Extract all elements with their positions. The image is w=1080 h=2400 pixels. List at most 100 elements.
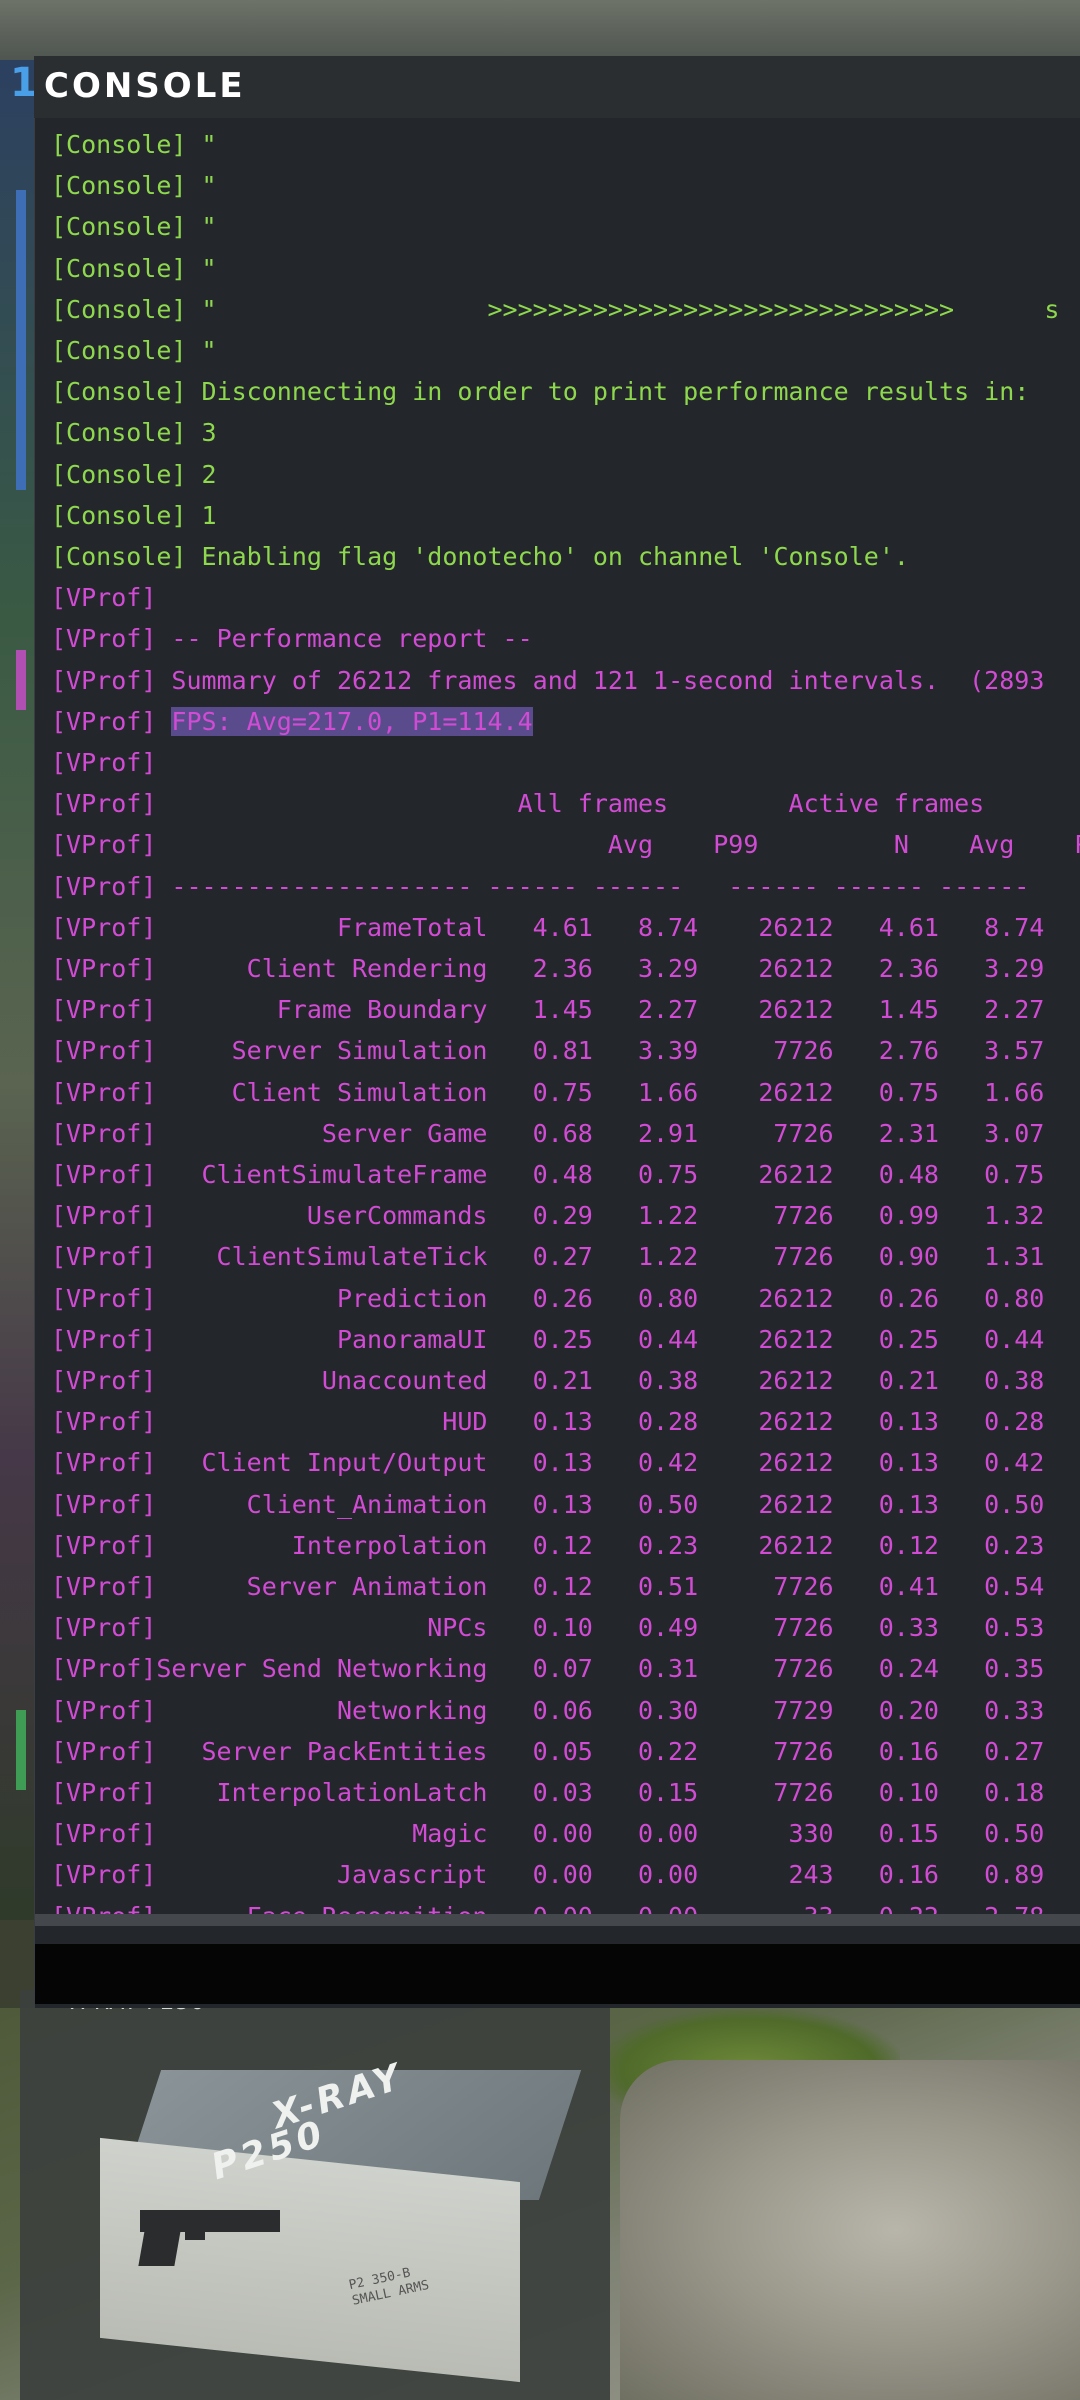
vprof-prefix: [VProf] [51,706,172,736]
game-background-top [0,0,1080,60]
console-line: [Console] 1 [51,500,217,530]
console-line: [Console] " [51,253,217,283]
cell-p99: 0.00 [637,1819,699,1849]
cell-name: Server Game [321,1118,488,1148]
vprof-prefix: [VProf] [51,1778,157,1807]
table-row: [VProf] ClientSimulateFrame 0.48 0.75 26212 0… [51,1154,1080,1195]
hud-marker [16,190,26,490]
console-log[interactable]: [Console] " # [Console] " # [Console] " [51,124,1080,1918]
cell-ap99: 0.75 [984,1160,1045,1189]
table-row: [VProf] NPCs 0.10 0.49 7726 0.33 0.53 [51,1607,1080,1648]
cell-ap99: 0.35 [984,1654,1045,1684]
game-background-left [0,60,34,1920]
cell-avg: 0.12 [532,1572,593,1601]
cell-n: 330 [788,1819,834,1849]
cell-aavg: 0.26 [878,1283,939,1313]
fps-value-highlight[interactable]: FPS: Avg=217.0, P1=114.4 [171,706,533,736]
cell-avg: 0.68 [532,1118,593,1148]
table-row: [VProf] PanoramaUI 0.25 0.44 26212 0.25 0.44 [51,1319,1080,1360]
cell-n: 7729 [773,1695,834,1725]
cell-ap99: 1.31 [984,1242,1045,1272]
cell-avg: 0.48 [532,1160,593,1189]
cell-avg: 0.29 [532,1201,593,1231]
table-row: [VProf] Server Simulation 0.81 3.39 7726 2.76… [51,1030,1080,1071]
vprof-prefix: [VProf] [51,954,157,983]
vprof-prefix: [VProf] [51,912,157,942]
table-row: [VProf] Client_Animation 0.13 0.50 26212 0.13… [51,1484,1080,1525]
console-line: [Console] 2 [51,459,217,489]
console-line: [Console] Enabling flag 'donotecho' on c… [51,542,909,571]
cell-ap99: 0.53 [984,1613,1045,1643]
cell-name: Server Send Networking [156,1654,488,1684]
cell-name: Client Simulation [231,1077,488,1107]
vprof-prefix: [VProf] [51,1118,157,1148]
console-window[interactable]: [Console] " # [Console] " # [Console] " [34,118,1080,2008]
cell-name: Server Animation [246,1572,488,1601]
fps-summary-line: [VProf] FPS: Avg=217.0, P1=114.4 [51,701,533,742]
console-input[interactable] [35,1944,1080,2004]
cell-avg: 0.27 [532,1242,593,1272]
cell-avg: 0.00 [532,1860,593,1890]
cell-n: 26212 [758,1283,834,1313]
cell-p99: 1.66 [637,1077,699,1107]
vprof-prefix: [VProf] [51,1860,157,1890]
cell-aavg: 0.13 [878,1448,939,1478]
cell-aavg: 0.10 [878,1778,939,1807]
case-image: X-RAY P250 P2 350-B SMALL ARMS [100,2056,582,2383]
table-row: [VProf] Server PackEntities 0.05 0.22 7726 0.… [51,1731,1080,1772]
cell-ap99: 0.23 [984,1530,1045,1560]
cell-n: 26212 [758,1366,834,1395]
cell-name: Server PackEntities [201,1736,488,1766]
cell-avg: 0.12 [532,1530,593,1560]
cell-p99: 0.44 [637,1324,699,1354]
cell-name: Networking [336,1695,488,1725]
cell-name: HUD [442,1407,488,1437]
cell-n: 26212 [758,912,834,942]
console-line: [Console] " [51,336,217,365]
console-line: [Console] " # [51,171,1080,201]
cell-aavg: 0.24 [878,1654,939,1684]
table-row: [VProf] HUD 0.13 0.28 26212 0.13 0.28 [51,1401,1080,1442]
table-row: [VProf] Unaccounted 0.21 0.38 26212 0.21 0.38 [51,1360,1080,1401]
cell-avg: 0.26 [532,1283,593,1313]
cell-n: 26212 [758,995,834,1025]
cell-avg: 0.06 [532,1695,593,1725]
console-titlebar[interactable]: CONSOLE [34,56,1080,118]
cell-name: Server Simulation [231,1036,488,1066]
cell-p99: 0.50 [637,1489,699,1519]
vprof-prefix: [VProf] [51,1242,157,1272]
cell-ap99: 0.33 [984,1695,1045,1725]
cell-aavg: 0.20 [878,1695,939,1725]
vprof-prefix: [VProf] [51,1366,157,1395]
cell-avg: 1.45 [532,995,593,1025]
horizontal-scrollbar[interactable] [35,1914,1080,1926]
cell-avg: 0.10 [532,1613,593,1643]
cell-avg: 0.25 [532,1324,593,1354]
item-card[interactable]: X-RAY P250 X-RAY P250 P2 350-B SMALL ARM… [20,1990,610,2400]
table-row: [VProf] Networking 0.06 0.30 7729 0.20 0.33 [51,1690,1080,1731]
cell-name: FrameTotal [336,912,488,942]
cell-p99: 1.22 [637,1242,699,1272]
vprof-prefix: [VProf] [51,1324,157,1354]
cell-n: 7726 [773,1778,834,1807]
cell-ap99: 0.38 [984,1366,1045,1395]
cell-ap99: 1.66 [984,1077,1045,1107]
cell-p99: 0.23 [637,1530,699,1560]
cell-n: 26212 [758,954,834,983]
cell-p99: 0.75 [637,1160,699,1189]
cell-aavg: 4.61 [878,912,939,942]
console-line: [Console] " # [51,212,1080,242]
cell-p99: 1.22 [637,1201,699,1231]
table-row: [VProf] Interpolation 0.12 0.23 26212 0.12 0.2… [51,1525,1080,1566]
cell-ap99: 0.44 [984,1324,1045,1354]
vprof-prefix: [VProf] [51,1407,157,1437]
cell-aavg: 0.33 [878,1613,939,1643]
table-row: [VProf] Server Animation 0.12 0.51 7726 0.41 0… [51,1566,1080,1607]
cell-ap99: 0.89 [984,1860,1045,1890]
cell-n: 26212 [758,1160,834,1189]
cell-n: 26212 [758,1077,834,1107]
cell-name: Client Rendering [246,954,488,983]
cell-p99: 0.38 [637,1366,699,1395]
cell-avg: 0.21 [532,1366,593,1395]
cell-n: 7726 [773,1736,834,1766]
